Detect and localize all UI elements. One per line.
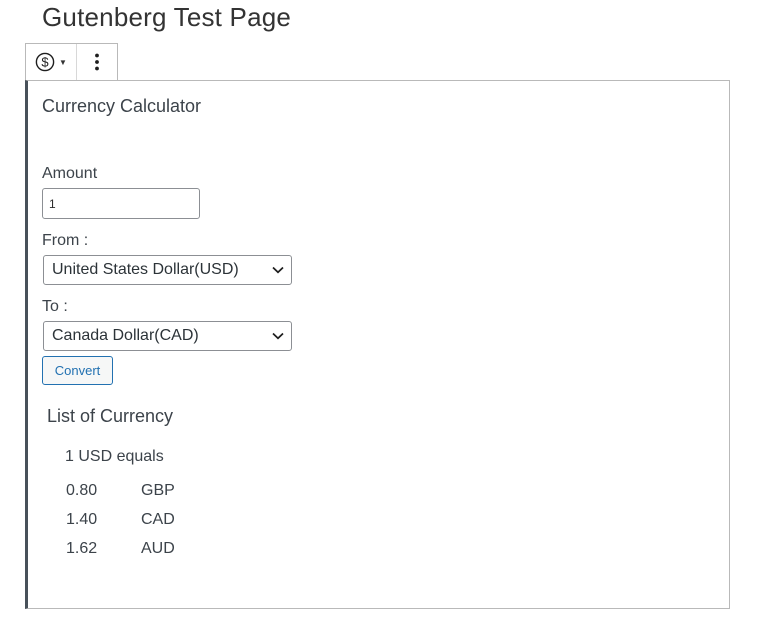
rate-value: 1.62 [66,540,98,557]
more-options-button[interactable] [77,44,117,80]
rate-row: 1.62 AUD [66,540,175,558]
chevron-down-icon [265,266,291,274]
block-type-button[interactable]: $ ▼ [26,44,77,80]
page-title: Gutenberg Test Page [42,2,292,32]
rate-row: 0.80 GBP [66,482,175,500]
chevron-down-icon [265,332,291,340]
from-label: From : [42,232,89,249]
base-currency-text: 1 USD equals [65,448,164,465]
vertical-ellipsis-icon [95,53,99,71]
convert-button[interactable]: Convert [42,356,113,385]
rate-row: 1.40 CAD [66,511,175,529]
to-label: To : [42,298,68,315]
calculator-title: Currency Calculator [42,96,202,116]
to-currency-select[interactable]: Canada Dollar(CAD) [43,321,292,351]
rate-code: AUD [141,540,175,557]
rate-value: 0.80 [66,482,98,499]
to-currency-value: Canada Dollar(CAD) [52,327,199,344]
currency-list-title: List of Currency [47,406,174,426]
svg-text:$: $ [41,55,49,70]
amount-label: Amount [42,165,98,182]
block-toolbar: $ ▼ [25,43,118,80]
currency-dollar-icon: $ [35,52,55,72]
caret-down-icon: ▼ [59,57,67,67]
rate-code: CAD [141,511,175,528]
rate-code: GBP [141,482,175,499]
amount-input[interactable] [42,188,200,219]
from-currency-select[interactable]: United States Dollar(USD) [43,255,292,285]
from-currency-value: United States Dollar(USD) [52,261,239,278]
rate-value: 1.40 [66,511,98,528]
